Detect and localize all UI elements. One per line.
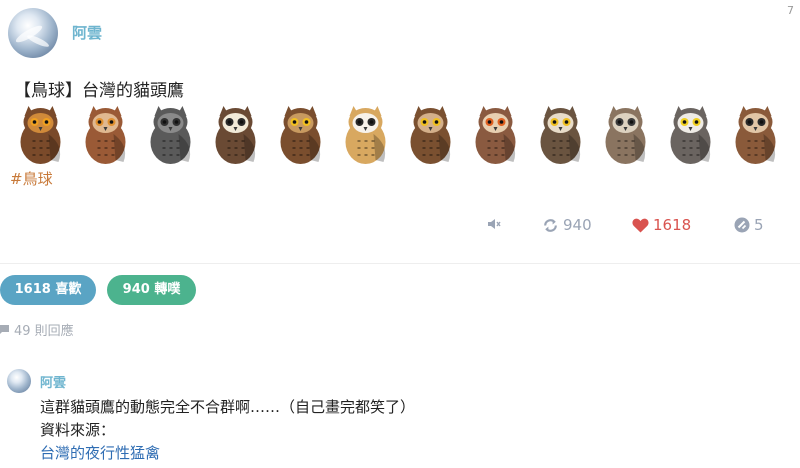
post-title: 【鳥球】台灣的貓頭鷹 xyxy=(14,81,184,101)
comment-body: 這群貓頭鷹的動態完全不合群啊……（自己畫完都笑了） 資料來源： 台灣的夜行性猛禽 xyxy=(40,396,415,465)
reblog-icon xyxy=(544,218,557,232)
owl-10-icon xyxy=(605,106,646,164)
reblogs-count-button[interactable]: 940 轉噗 xyxy=(107,275,196,305)
owl-12-icon xyxy=(735,106,776,164)
replies-count: 49 則回應 xyxy=(0,320,74,339)
owl-sticker-row xyxy=(12,102,792,166)
speaker-icon xyxy=(488,219,501,229)
post-actions: 940 1618 5 xyxy=(0,216,800,238)
reblog-button[interactable]: 940 xyxy=(542,216,592,234)
owl-2-icon xyxy=(85,106,126,164)
like-count: 1618 xyxy=(653,216,692,234)
owl-7-icon xyxy=(410,106,451,164)
owl-5-icon xyxy=(280,106,321,164)
reply-count: 5 xyxy=(754,216,764,234)
comment-author[interactable]: 阿雲 xyxy=(40,372,66,391)
author-name[interactable]: 阿雲 xyxy=(72,22,102,43)
replies-count-label: 49 則回應 xyxy=(14,324,74,339)
owl-8-icon xyxy=(475,106,516,164)
reblog-count: 940 xyxy=(563,216,592,234)
heart-icon xyxy=(632,218,649,233)
comment-source-label: 資料來源： xyxy=(40,421,116,439)
divider xyxy=(0,263,800,264)
hashtag-link[interactable]: #鳥球 xyxy=(10,168,53,189)
owl-9-icon xyxy=(540,106,581,164)
owl-4-icon xyxy=(215,106,256,164)
like-button[interactable]: 1618 xyxy=(632,216,691,234)
likes-count-button[interactable]: 1618 喜歡 xyxy=(0,275,96,305)
author-avatar[interactable] xyxy=(8,8,58,58)
owl-1-icon xyxy=(20,106,61,164)
owl-illustrations xyxy=(20,106,776,164)
owl-11-icon xyxy=(670,106,711,164)
comment-source-link[interactable]: 台灣的夜行性猛禽 xyxy=(40,444,160,462)
speech-bubble-icon xyxy=(0,324,9,334)
reply-icon xyxy=(734,217,750,233)
reply-button[interactable]: 5 xyxy=(734,216,764,234)
comment-text-line: 這群貓頭鷹的動態完全不合群啊……（自己畫完都笑了） xyxy=(40,398,416,416)
owl-3-icon xyxy=(150,106,191,164)
mute-button[interactable] xyxy=(486,216,502,232)
owl-6-icon xyxy=(345,106,386,164)
corner-number: 7 xyxy=(787,4,794,17)
comment-avatar[interactable] xyxy=(7,369,31,393)
